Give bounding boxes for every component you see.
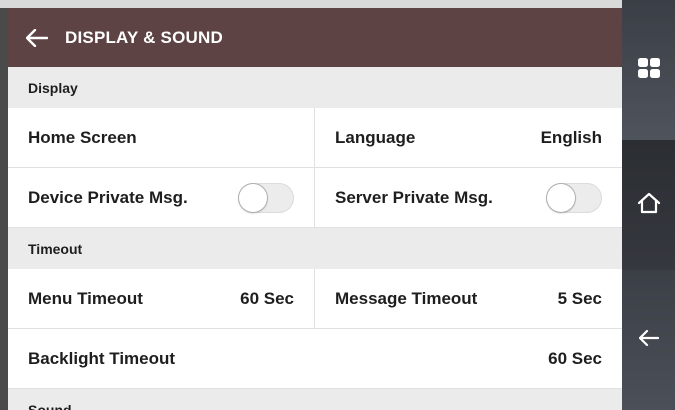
- menu-timeout-label: Menu Timeout: [28, 288, 143, 308]
- menu-button[interactable]: [622, 0, 675, 140]
- settings-list: Display Home Screen Language English Dev…: [8, 67, 622, 410]
- settings-row: Backlight Timeout 60 Sec: [8, 329, 622, 389]
- language-setting[interactable]: Language English: [315, 108, 622, 167]
- settings-row: Home Screen Language English: [8, 108, 622, 168]
- section-header-sound: Sound: [8, 389, 622, 410]
- message-timeout-value: 5 Sec: [557, 288, 602, 308]
- server-private-msg-toggle[interactable]: [546, 182, 602, 213]
- section-header-display: Display: [8, 67, 622, 108]
- home-screen-setting[interactable]: Home Screen: [8, 108, 315, 167]
- language-value: English: [540, 127, 602, 147]
- server-private-msg-label: Server Private Msg.: [335, 187, 493, 207]
- left-border: [0, 8, 8, 410]
- menu-timeout-setting[interactable]: Menu Timeout 60 Sec: [8, 269, 315, 328]
- back-button[interactable]: [622, 270, 675, 410]
- backlight-timeout-setting[interactable]: Backlight Timeout 60 Sec: [8, 329, 622, 388]
- device-private-msg-setting: Device Private Msg.: [8, 168, 315, 227]
- grid-menu-icon: [637, 57, 660, 83]
- section-header-timeout: Timeout: [8, 228, 622, 269]
- message-timeout-label: Message Timeout: [335, 288, 478, 308]
- side-navigation: [622, 0, 675, 410]
- top-strip: [0, 0, 622, 8]
- device-private-msg-label: Device Private Msg.: [28, 187, 188, 207]
- device-private-msg-toggle[interactable]: [238, 182, 294, 213]
- arrow-left-icon[interactable]: [26, 27, 48, 49]
- message-timeout-setting[interactable]: Message Timeout 5 Sec: [315, 269, 622, 328]
- header-bar: DISPLAY & SOUND: [8, 8, 622, 67]
- menu-timeout-value: 60 Sec: [240, 288, 294, 308]
- backlight-timeout-label: Backlight Timeout: [28, 348, 176, 368]
- page-title: DISPLAY & SOUND: [65, 27, 223, 47]
- language-label: Language: [335, 127, 416, 147]
- home-icon: [637, 192, 661, 219]
- settings-row: Menu Timeout 60 Sec Message Timeout 5 Se…: [8, 269, 622, 329]
- display-sound-screen: DISPLAY & SOUND Display Home Screen Lang…: [0, 0, 675, 410]
- backlight-timeout-value: 60 Sec: [548, 348, 602, 368]
- home-screen-label: Home Screen: [28, 127, 137, 147]
- settings-row: Device Private Msg. Server Private Msg.: [8, 168, 622, 228]
- toggle-knob: [239, 183, 267, 212]
- toggle-knob: [547, 183, 575, 212]
- home-button[interactable]: [622, 140, 675, 270]
- arrow-left-icon: [638, 329, 659, 351]
- server-private-msg-setting: Server Private Msg.: [315, 168, 622, 227]
